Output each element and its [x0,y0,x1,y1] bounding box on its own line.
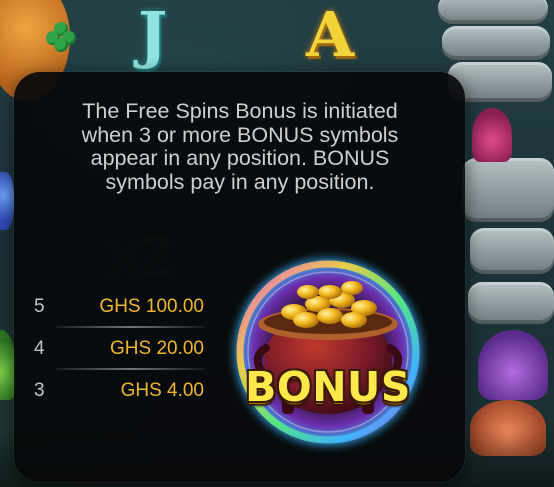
paytable-info-panel: The Free Spins Bonus is initiated when 3… [14,72,465,482]
paytable-row: 5 GHS 100.00 [34,286,206,328]
stone-pillar-block [438,0,548,24]
coral-decoration [478,330,548,400]
coral-decoration [472,108,512,162]
clover-icon [46,22,76,52]
paytable-row: 4 GHS 20.00 [34,328,206,370]
stone-pillar-block [470,228,554,274]
bonus-symbol: BONUS [222,242,434,462]
payout-value: GHS 4.00 [120,380,204,401]
symbol-count: 5 [34,296,45,317]
gem-symbol [0,172,14,230]
stone-pillar-block [468,282,554,324]
reel-symbol-j: J [138,0,168,71]
bonus-description: The Free Spins Bonus is initiated when 3… [81,99,399,194]
payout-value: GHS 100.00 [99,296,204,317]
paytable-row: 3 GHS 4.00 [34,370,206,412]
reel-symbol-a: A [306,0,355,71]
symbol-count: 4 [34,338,45,359]
stone-pillar-block [462,158,554,222]
paytable: 5 GHS 100.00 4 GHS 20.00 3 GHS 4.00 [34,286,206,412]
stone-pillar-block [442,26,550,60]
bonus-label: BONUS [245,363,411,411]
pot-of-gold-icon [224,248,432,456]
symbol-count: 3 [34,380,45,401]
payout-value: GHS 20.00 [110,338,204,359]
